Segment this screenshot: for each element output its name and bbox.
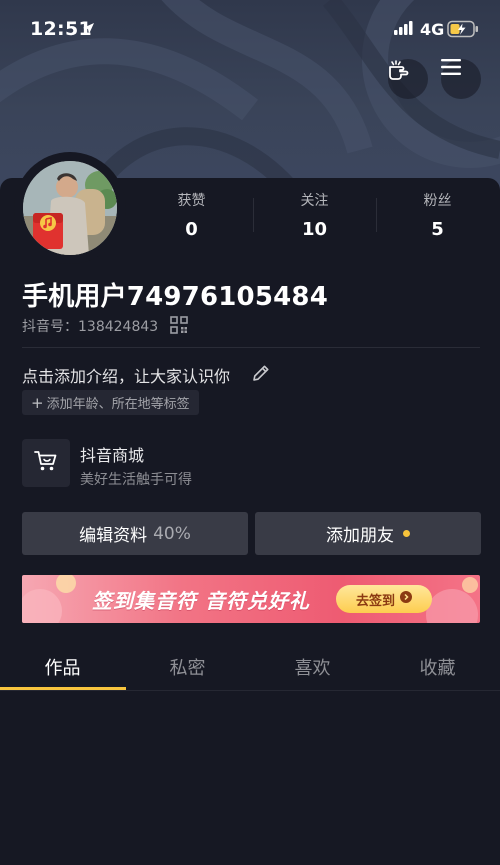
stat-label: 获赞	[177, 193, 206, 209]
tab-works[interactable]: 作品	[0, 654, 125, 680]
stat-value: 10	[301, 219, 328, 240]
stat-value: 5	[431, 219, 444, 240]
douyin-id: 抖音号：138424843	[22, 319, 159, 335]
shopping-cart-icon	[34, 450, 58, 476]
menu-button[interactable]	[441, 59, 481, 99]
profile-completion-percent: 40%	[153, 523, 191, 544]
checkin-promo-banner[interactable]: 签到集音符 音符兑好礼 去签到	[22, 575, 480, 623]
add-friend-button[interactable]: 添加朋友	[255, 512, 481, 555]
bio-placeholder[interactable]: 点击添加介绍，让大家认识你	[22, 363, 230, 387]
checkin-button-label: 去签到	[355, 593, 395, 609]
shop-entry-icon-box[interactable]	[22, 439, 70, 487]
chevron-right-icon	[400, 591, 412, 607]
add-tags-chip[interactable]: + 添加年龄、所在地等标签	[22, 390, 199, 415]
avatar[interactable]	[23, 161, 117, 255]
status-bar: 12:51 4G	[0, 0, 500, 60]
network-type: 4G	[420, 20, 445, 39]
add-friend-label: 添加朋友	[326, 526, 394, 546]
profile-tabs: 作品 私密 喜欢 收藏	[0, 645, 500, 691]
edit-profile-label: 编辑资料	[79, 526, 148, 546]
divider	[22, 347, 480, 348]
tab-private[interactable]: 私密	[125, 654, 250, 680]
shop-subtitle: 美好生活触手可得	[80, 472, 192, 488]
tab-favorites[interactable]: 收藏	[375, 654, 500, 680]
avatar-photo	[23, 161, 117, 255]
notification-dot	[403, 530, 410, 537]
stat-label: 粉丝	[423, 193, 452, 209]
gesture-button[interactable]	[388, 59, 428, 99]
profile-stats: 获赞 0 关注 10 粉丝 5	[130, 190, 500, 246]
stat-value: 0	[185, 219, 198, 240]
checkin-button[interactable]: 去签到	[336, 585, 432, 613]
edit-profile-button[interactable]: 编辑资料 40%	[22, 512, 248, 555]
stat-following[interactable]: 关注 10	[253, 190, 376, 240]
stat-label: 关注	[300, 193, 329, 209]
stat-followers[interactable]: 粉丝 5	[376, 190, 499, 240]
pencil-icon[interactable]	[252, 364, 270, 386]
plus-icon: +	[31, 393, 44, 412]
qr-code-icon[interactable]	[170, 316, 188, 338]
tab-likes[interactable]: 喜欢	[250, 654, 375, 680]
shop-title[interactable]: 抖音商城	[80, 442, 144, 466]
promo-text: 签到集音符 音符兑好礼	[92, 589, 310, 613]
tag-chip-label: 添加年龄、所在地等标签	[46, 397, 190, 412]
active-tab-indicator	[0, 687, 126, 690]
username: 手机用户74976105484	[22, 282, 328, 312]
stat-likes[interactable]: 获赞 0	[130, 190, 253, 240]
